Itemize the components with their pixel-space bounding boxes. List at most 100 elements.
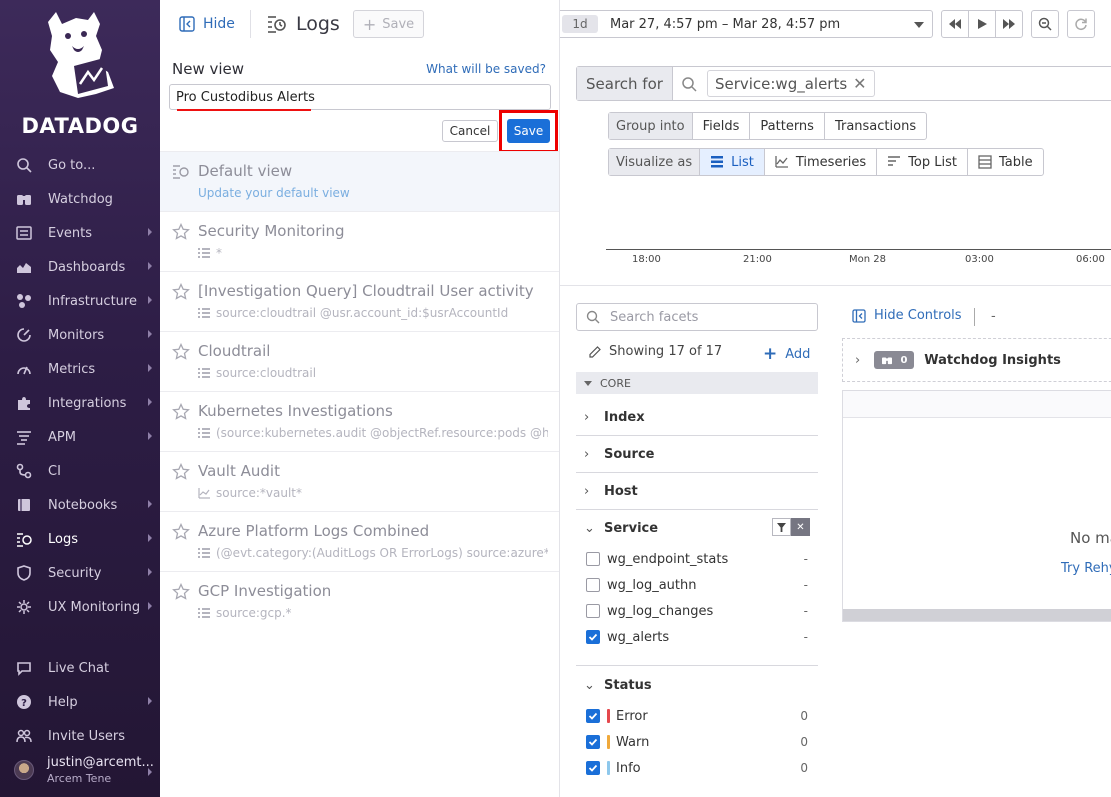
nav-item-live-chat[interactable]: Live Chat bbox=[0, 651, 160, 685]
checkbox[interactable] bbox=[586, 735, 600, 749]
visualize-table-option[interactable]: Table bbox=[968, 149, 1043, 175]
view-name-input[interactable]: Pro Custodibus Alerts bbox=[169, 84, 551, 110]
facet-index[interactable]: › Index bbox=[576, 399, 818, 436]
status-value-row[interactable]: Error 0 bbox=[586, 706, 808, 726]
facet-value-row[interactable]: wg_log_changes - bbox=[586, 601, 808, 621]
facet-service[interactable]: ⌄ Service ✕ bbox=[576, 510, 818, 547]
visualize-timeseries-label: Timeseries bbox=[795, 154, 867, 170]
zoom-out-button[interactable] bbox=[1031, 10, 1059, 38]
saved-view-item[interactable]: [Investigation Query] Cloudtrail User ac… bbox=[160, 271, 559, 331]
update-default-view-link[interactable]: Update your default view bbox=[198, 186, 548, 200]
status-value-row[interactable]: Info 0 bbox=[586, 758, 808, 778]
filter-icon[interactable] bbox=[772, 518, 791, 536]
facet-actions: ✕ bbox=[772, 518, 810, 536]
star-icon[interactable] bbox=[172, 403, 190, 421]
facet-count[interactable]: Showing 17 of 17 bbox=[588, 344, 722, 359]
nav-item-events[interactable]: Events bbox=[0, 216, 160, 250]
divider bbox=[974, 308, 975, 326]
star-icon[interactable] bbox=[172, 463, 190, 481]
hide-views-button[interactable]: Hide bbox=[171, 10, 243, 38]
hide-controls-button[interactable]: Hide Controls bbox=[852, 308, 962, 323]
search-bar[interactable]: Search for Service:wg_alerts ✕ bbox=[576, 66, 1111, 101]
saved-view-item[interactable]: Cloudtrail source:cloudtrail bbox=[160, 331, 559, 391]
nav-item-help[interactable]: ? Help bbox=[0, 685, 160, 719]
nav-item-label: Help bbox=[48, 694, 78, 710]
star-icon[interactable] bbox=[172, 223, 190, 241]
star-icon[interactable] bbox=[172, 283, 190, 301]
checkbox[interactable] bbox=[586, 578, 600, 592]
nav-item-go-to[interactable]: Go to... bbox=[0, 148, 160, 182]
save-button[interactable]: Save bbox=[507, 119, 550, 143]
horizontal-scrollbar[interactable] bbox=[843, 609, 1111, 621]
chart-tick: 21:00 bbox=[743, 254, 772, 265]
core-facet-group[interactable]: CORE bbox=[576, 372, 818, 394]
nav-item-logs[interactable]: Logs bbox=[0, 522, 160, 556]
checkbox[interactable] bbox=[586, 552, 600, 566]
checkbox[interactable] bbox=[586, 604, 600, 618]
status-value-row[interactable]: Warn 0 bbox=[586, 732, 808, 752]
group-transactions-option[interactable]: Transactions bbox=[825, 113, 926, 139]
facet-status[interactable]: ⌄ Status bbox=[576, 667, 818, 704]
nav-item-invite-users[interactable]: Invite Users bbox=[0, 719, 160, 753]
fast-forward-icon bbox=[1003, 19, 1015, 29]
nav-item-monitors[interactable]: Monitors bbox=[0, 318, 160, 352]
star-icon[interactable] bbox=[172, 583, 190, 601]
save-view-button[interactable]: + Save bbox=[353, 10, 424, 38]
nav-item-infrastructure[interactable]: Infrastructure bbox=[0, 284, 160, 318]
star-icon[interactable] bbox=[172, 343, 190, 361]
group-fields-option[interactable]: Fields bbox=[693, 113, 751, 139]
saved-view-item[interactable]: Vault Audit source:*vault* bbox=[160, 451, 559, 511]
nav-item-ux-monitoring[interactable]: UX Monitoring bbox=[0, 590, 160, 624]
nav-item-label: Integrations bbox=[48, 395, 127, 411]
close-icon[interactable]: ✕ bbox=[853, 74, 866, 93]
play-button[interactable] bbox=[968, 10, 996, 38]
chevron-right-icon bbox=[148, 296, 152, 304]
nav-item-watchdog[interactable]: Watchdog bbox=[0, 182, 160, 216]
query-chip[interactable]: Service:wg_alerts ✕ bbox=[706, 70, 875, 97]
cancel-button[interactable]: Cancel bbox=[442, 120, 498, 142]
collapse-panel-icon bbox=[179, 16, 195, 32]
nav-item-apm[interactable]: APM bbox=[0, 420, 160, 454]
nav-item-security[interactable]: Security bbox=[0, 556, 160, 590]
step-back-button[interactable] bbox=[941, 10, 969, 38]
chevron-right-icon bbox=[148, 364, 152, 372]
nav-item-notebooks[interactable]: Notebooks bbox=[0, 488, 160, 522]
status-color-bar bbox=[607, 735, 610, 749]
visualize-timeseries-option[interactable]: Timeseries bbox=[765, 149, 878, 175]
clear-icon[interactable]: ✕ bbox=[791, 518, 810, 536]
facet-search-input[interactable]: Search facets bbox=[576, 303, 818, 331]
nav-item-metrics[interactable]: Metrics bbox=[0, 352, 160, 386]
what-will-be-saved-link[interactable]: What will be saved? bbox=[426, 62, 546, 76]
facet-value-label: wg_log_authn bbox=[607, 577, 697, 593]
visualize-toplist-option[interactable]: Top List bbox=[877, 149, 968, 175]
step-forward-button[interactable] bbox=[995, 10, 1023, 38]
facet-value-row[interactable]: wg_log_authn - bbox=[586, 575, 808, 595]
time-range-picker[interactable]: 1d Mar 27, 4:57 pm – Mar 28, 4:57 pm bbox=[560, 10, 933, 38]
group-patterns-option[interactable]: Patterns bbox=[750, 113, 825, 139]
refresh-button[interactable] bbox=[1067, 10, 1095, 38]
star-icon[interactable] bbox=[172, 523, 190, 541]
watchdog-insights-row[interactable]: › 0 Watchdog Insights bbox=[842, 338, 1111, 382]
visualize-list-option[interactable]: List bbox=[700, 149, 765, 175]
try-rehydrate-link[interactable]: Try Rehy bbox=[1061, 561, 1111, 576]
saved-view-item[interactable]: Kubernetes Investigations (source:kuberne… bbox=[160, 391, 559, 451]
saved-view-item[interactable]: Azure Platform Logs Combined (@evt.catego… bbox=[160, 511, 559, 571]
nav-item-dashboards[interactable]: Dashboards bbox=[0, 250, 160, 284]
saved-view-item[interactable]: Security Monitoring * bbox=[160, 211, 559, 271]
facet-value-row[interactable]: wg_endpoint_stats - bbox=[586, 549, 808, 569]
checkbox[interactable] bbox=[586, 761, 600, 775]
checkbox[interactable] bbox=[586, 709, 600, 723]
nav-item-label: Monitors bbox=[48, 327, 105, 343]
facet-host[interactable]: › Host bbox=[576, 473, 818, 510]
facet-source[interactable]: › Source bbox=[576, 436, 818, 473]
checkbox[interactable] bbox=[586, 630, 600, 644]
facet-value-row[interactable]: wg_alerts - bbox=[586, 627, 808, 647]
time-range-badge: 1d bbox=[562, 15, 598, 33]
nav-item-ci[interactable]: CI bbox=[0, 454, 160, 488]
add-facet-button[interactable]: + Add bbox=[763, 344, 810, 364]
nav-item-integrations[interactable]: Integrations bbox=[0, 386, 160, 420]
saved-view-item[interactable]: GCP Investigation source:gcp.* bbox=[160, 571, 559, 631]
user-menu[interactable]: justin@arcemt... Arcem Tene bbox=[0, 752, 160, 792]
datadog-logo[interactable]: DATADOG bbox=[0, 10, 160, 138]
default-view-item[interactable]: Default view Update your default view bbox=[160, 151, 559, 211]
